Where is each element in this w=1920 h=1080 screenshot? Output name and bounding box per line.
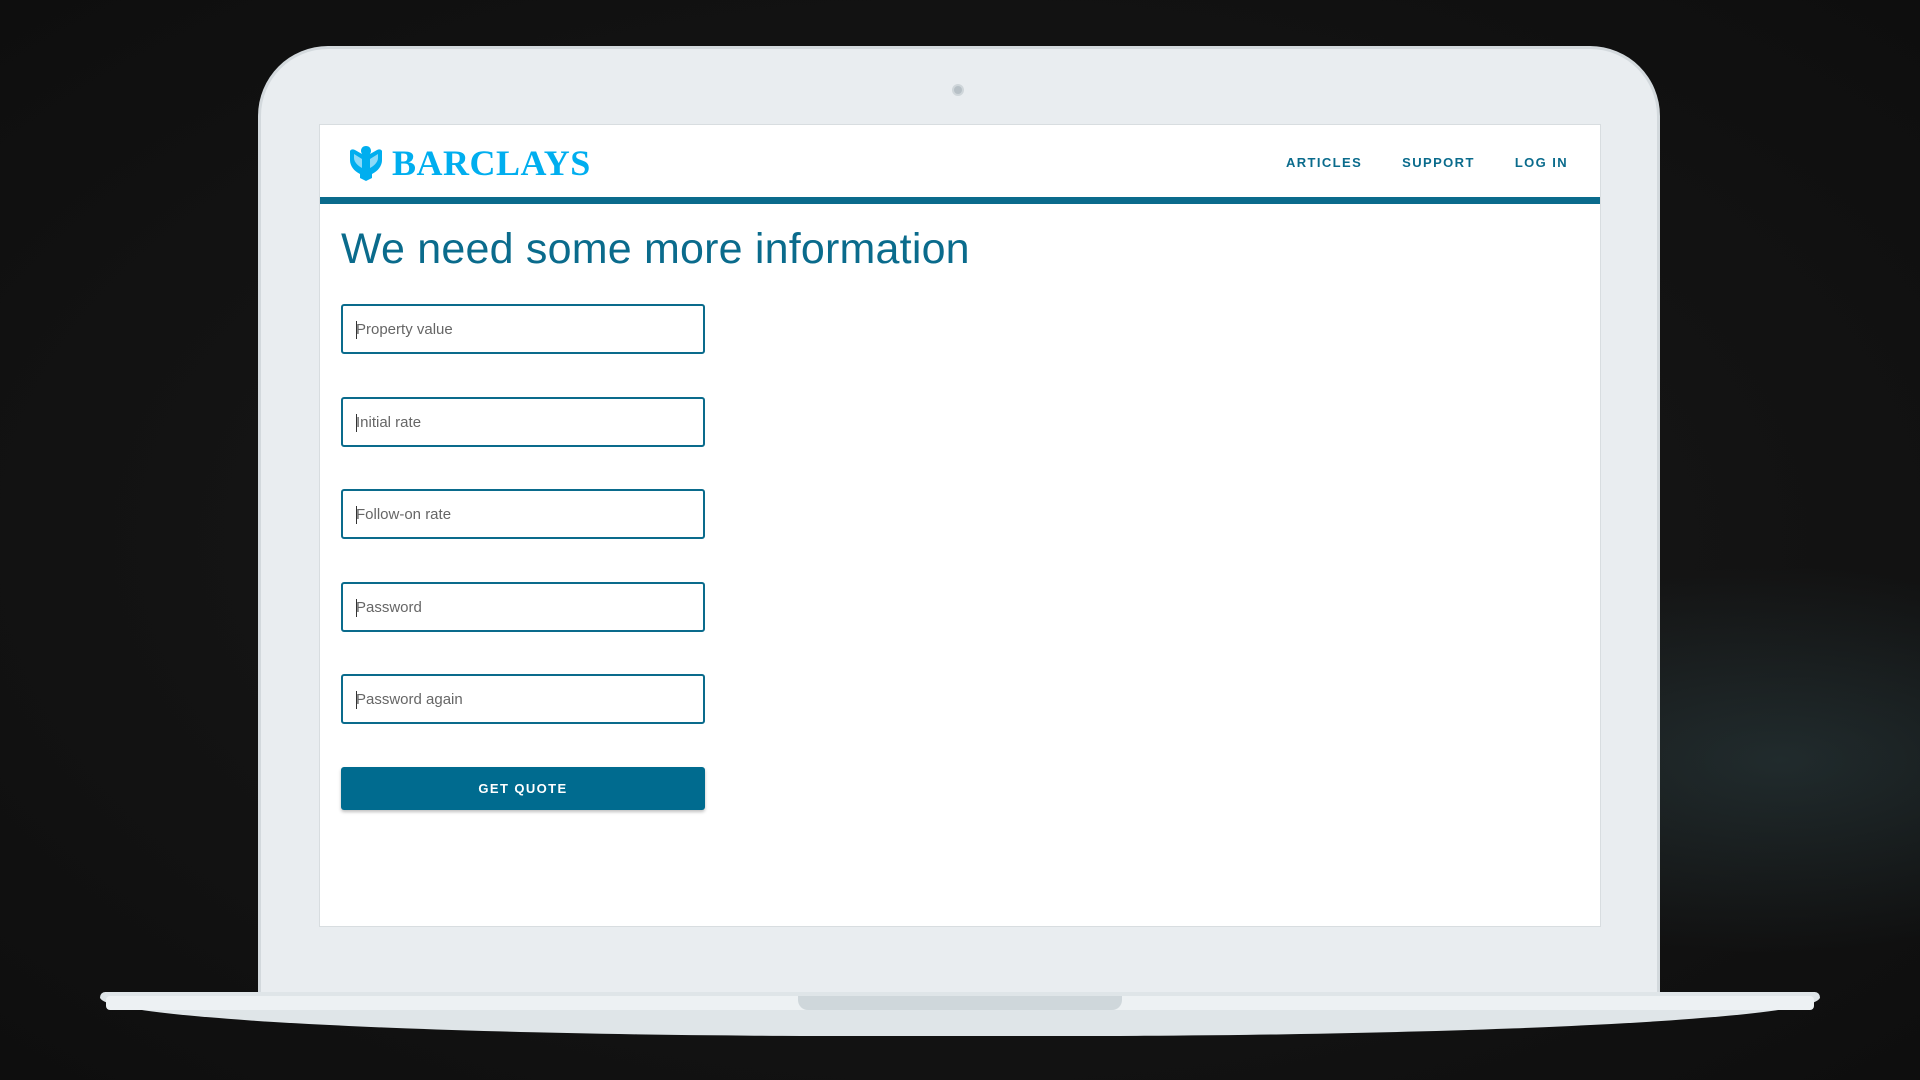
brand-name: BARCLAYS [392, 143, 591, 183]
text-caret [356, 599, 357, 617]
follow-on-rate-field [341, 489, 705, 539]
page-title: We need some more information [341, 225, 970, 273]
text-caret [356, 506, 357, 524]
laptop-notch [798, 996, 1122, 1010]
nav-item-articles[interactable]: ARTICLES [1286, 155, 1362, 170]
initial-rate-field [341, 397, 705, 447]
password-again-input[interactable] [343, 676, 703, 722]
text-caret [356, 414, 357, 432]
get-quote-button[interactable]: GET QUOTE [341, 767, 705, 810]
nav-item-log-in[interactable]: LOG IN [1515, 155, 1568, 170]
eagle-icon [350, 146, 382, 181]
nav-item-support[interactable]: SUPPORT [1402, 155, 1475, 170]
webcam-icon [952, 84, 964, 96]
site-header: BARCLAYS ARTICLES SUPPORT LOG IN [320, 125, 1600, 204]
text-caret [356, 691, 357, 709]
text-caret [356, 321, 357, 339]
browser-viewport: BARCLAYS ARTICLES SUPPORT LOG IN We need… [319, 124, 1601, 927]
initial-rate-input[interactable] [343, 399, 703, 445]
follow-on-rate-input[interactable] [343, 491, 703, 537]
brand-logo[interactable]: BARCLAYS [348, 143, 591, 183]
password-field [341, 582, 705, 632]
top-nav: ARTICLES SUPPORT LOG IN [1286, 155, 1568, 170]
property-value-field [341, 304, 705, 354]
background: BARCLAYS ARTICLES SUPPORT LOG IN We need… [0, 0, 1920, 1080]
password-again-field [341, 674, 705, 724]
password-input[interactable] [343, 584, 703, 630]
property-value-input[interactable] [343, 306, 703, 352]
